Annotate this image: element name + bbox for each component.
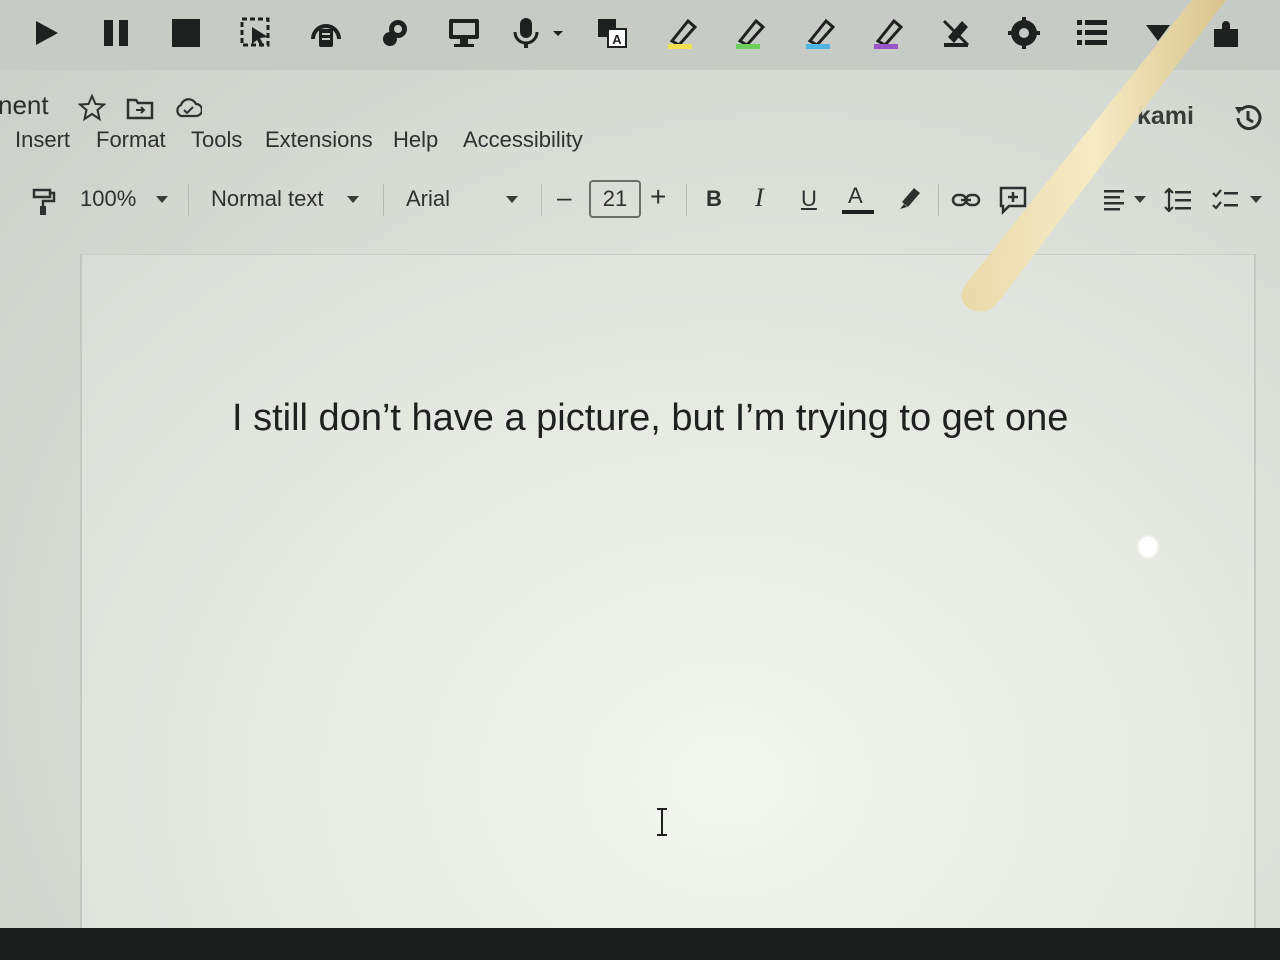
highlighter-yellow-icon[interactable] [662, 12, 702, 54]
text-color-swatch [842, 210, 874, 214]
version-history-icon[interactable] [1230, 100, 1266, 136]
align-icon[interactable] [1100, 184, 1132, 216]
document-body-text[interactable]: I still don’t have a picture, but I’m tr… [232, 397, 1068, 440]
toolbar-divider [383, 184, 384, 216]
highlighter-blue-icon[interactable] [800, 12, 840, 54]
menu-tools[interactable]: Tools [191, 127, 242, 153]
menu-extensions[interactable]: Extensions [265, 127, 373, 153]
title-row: nent kami [0, 88, 1280, 131]
align-dropdown-icon[interactable] [1134, 196, 1146, 203]
checklist-dropdown-icon[interactable] [1250, 196, 1262, 203]
checklist-icon[interactable] [1210, 184, 1242, 216]
document-page[interactable]: I still don’t have a picture, but I’m tr… [80, 254, 1256, 928]
extension-icon[interactable] [1206, 12, 1246, 54]
dictionary-icon[interactable] [376, 12, 416, 54]
screen-bezel [0, 928, 1280, 960]
menu-insert[interactable]: Insert [15, 127, 70, 153]
picture-dictionary-icon[interactable] [444, 12, 484, 54]
microphone-icon[interactable] [506, 12, 546, 54]
text-color-button[interactable]: A [848, 183, 863, 209]
style-dropdown-icon[interactable] [347, 196, 359, 203]
screenshot-select-icon[interactable] [236, 12, 276, 54]
highlighter-purple-icon[interactable] [868, 12, 908, 54]
italic-button[interactable]: I [755, 183, 764, 213]
increase-font-size-button[interactable]: + [650, 181, 666, 213]
microphone-dropdown-icon[interactable] [548, 12, 568, 54]
line-spacing-icon[interactable] [1162, 184, 1194, 216]
audio-icon[interactable] [306, 12, 346, 54]
bold-button[interactable]: B [706, 186, 722, 212]
kami-brand[interactable]: kami [1137, 102, 1194, 131]
insert-link-icon[interactable] [950, 184, 982, 216]
svg-text:A: A [612, 32, 622, 47]
toolbar-divider [686, 184, 687, 216]
move-folder-icon[interactable] [126, 94, 154, 122]
translate-icon[interactable]: A [592, 12, 632, 54]
extension-toolbar: A [0, 0, 1280, 70]
highlighter-green-icon[interactable] [730, 12, 770, 54]
dropdown-icon[interactable] [1138, 12, 1178, 54]
format-toolbar: 100% Normal text Arial – 21 + B I U A [0, 174, 1280, 226]
paint-format-icon[interactable] [28, 186, 60, 218]
document-title[interactable]: nent [0, 90, 49, 121]
zoom-select[interactable]: 100% [80, 186, 136, 212]
menu-bar: Insert Format Tools Extensions Help Acce… [0, 124, 900, 158]
remove-highlight-icon[interactable] [936, 12, 976, 54]
font-select[interactable]: Arial [406, 186, 450, 212]
menu-format[interactable]: Format [96, 127, 166, 153]
screen: A nent kami Insert Format Tools Extensio… [0, 0, 1280, 928]
zoom-dropdown-icon[interactable] [156, 196, 168, 203]
toolbar-divider [541, 184, 542, 216]
settings-icon[interactable] [1004, 12, 1044, 54]
menu-help[interactable]: Help [393, 127, 438, 153]
add-comment-icon[interactable] [997, 184, 1029, 216]
decrease-font-size-button[interactable]: – [557, 182, 571, 213]
star-icon[interactable] [78, 94, 106, 122]
cloud-status-icon[interactable] [174, 94, 202, 122]
pause-icon[interactable] [96, 12, 136, 54]
toolbar-divider [938, 184, 939, 216]
highlight-color-icon[interactable] [894, 182, 926, 214]
font-size-input[interactable]: 21 [589, 180, 641, 218]
light-glint [1138, 536, 1158, 558]
menu-accessibility[interactable]: Accessibility [463, 127, 583, 153]
list-icon[interactable] [1072, 12, 1112, 54]
underline-button[interactable]: U [801, 186, 817, 212]
play-icon[interactable] [26, 12, 66, 54]
toolbar-divider [188, 184, 189, 216]
font-dropdown-icon[interactable] [506, 196, 518, 203]
stop-icon[interactable] [166, 12, 206, 54]
text-cursor-icon [657, 808, 667, 836]
style-select[interactable]: Normal text [211, 186, 323, 212]
